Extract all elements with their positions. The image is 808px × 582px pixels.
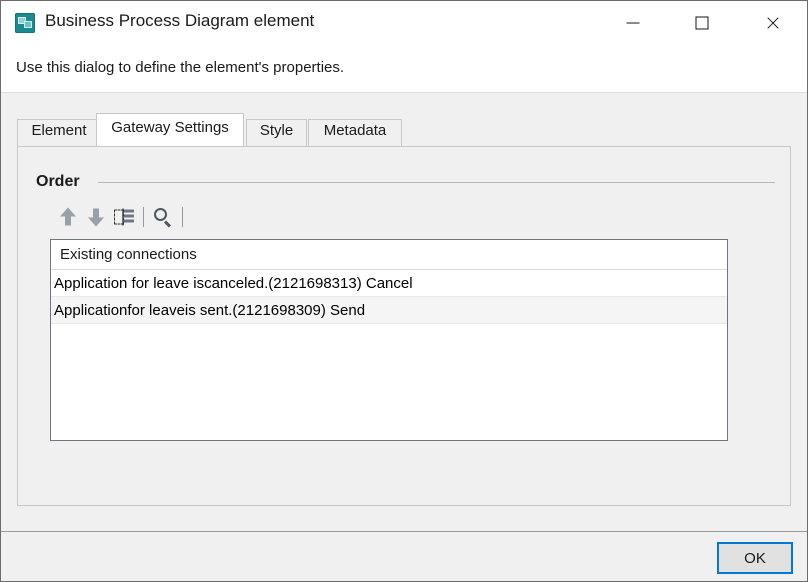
list-item[interactable]: Application for leave iscanceled.(212169… <box>51 270 727 297</box>
tab-content-panel: Order Existing connections Application f… <box>17 146 791 506</box>
instruction-text: Use this dialog to define the element's … <box>16 59 345 76</box>
search-icon <box>153 207 173 228</box>
tab-metadata[interactable]: Metadata <box>308 119 402 146</box>
toolbar-separator-1 <box>143 207 144 227</box>
close-button[interactable] <box>750 1 796 44</box>
tab-content-inner: Order Existing connections Application f… <box>18 147 790 505</box>
window-title: Business Process Diagram element <box>45 11 315 30</box>
move-up-button[interactable] <box>54 203 82 231</box>
ok-button[interactable]: OK <box>717 542 793 574</box>
dialog-body: Element Gateway Settings Style Metadata … <box>1 93 807 531</box>
tab-style[interactable]: Style <box>246 119 307 146</box>
order-group-separator <box>98 182 775 183</box>
minimize-button[interactable] <box>610 1 656 44</box>
toolbar-separator-2 <box>182 207 183 227</box>
arrow-down-icon <box>87 208 105 227</box>
dialog-window: Business Process Diagram element Use thi… <box>0 0 808 582</box>
title-bar: Business Process Diagram element <box>1 1 807 44</box>
search-button[interactable] <box>149 203 177 231</box>
order-toolbar <box>54 203 188 231</box>
arrow-up-icon <box>59 207 77 227</box>
minimize-icon <box>626 22 640 23</box>
dialog-footer: OK <box>1 531 807 581</box>
tab-gateway-settings[interactable]: Gateway Settings <box>96 113 244 146</box>
list-column-header: Existing connections <box>51 240 727 270</box>
list-edit-icon <box>114 208 134 226</box>
maximize-icon <box>695 16 709 29</box>
order-group-box: Order Existing connections Application f… <box>18 147 790 505</box>
list-item[interactable]: Applicationfor leaveis sent.(2121698309)… <box>51 297 727 324</box>
instruction-bar: Use this dialog to define the element's … <box>1 44 807 93</box>
icon-shape-secondary <box>24 21 32 28</box>
bpmn-diagram-icon <box>15 13 35 33</box>
close-icon <box>766 15 781 30</box>
existing-connections-list[interactable]: Existing connections Application for lea… <box>50 239 728 441</box>
tab-element[interactable]: Element <box>17 119 101 146</box>
maximize-button[interactable] <box>679 1 725 44</box>
edit-list-button[interactable] <box>110 203 138 231</box>
move-down-button[interactable] <box>82 203 110 231</box>
order-group-label: Order <box>36 173 80 190</box>
